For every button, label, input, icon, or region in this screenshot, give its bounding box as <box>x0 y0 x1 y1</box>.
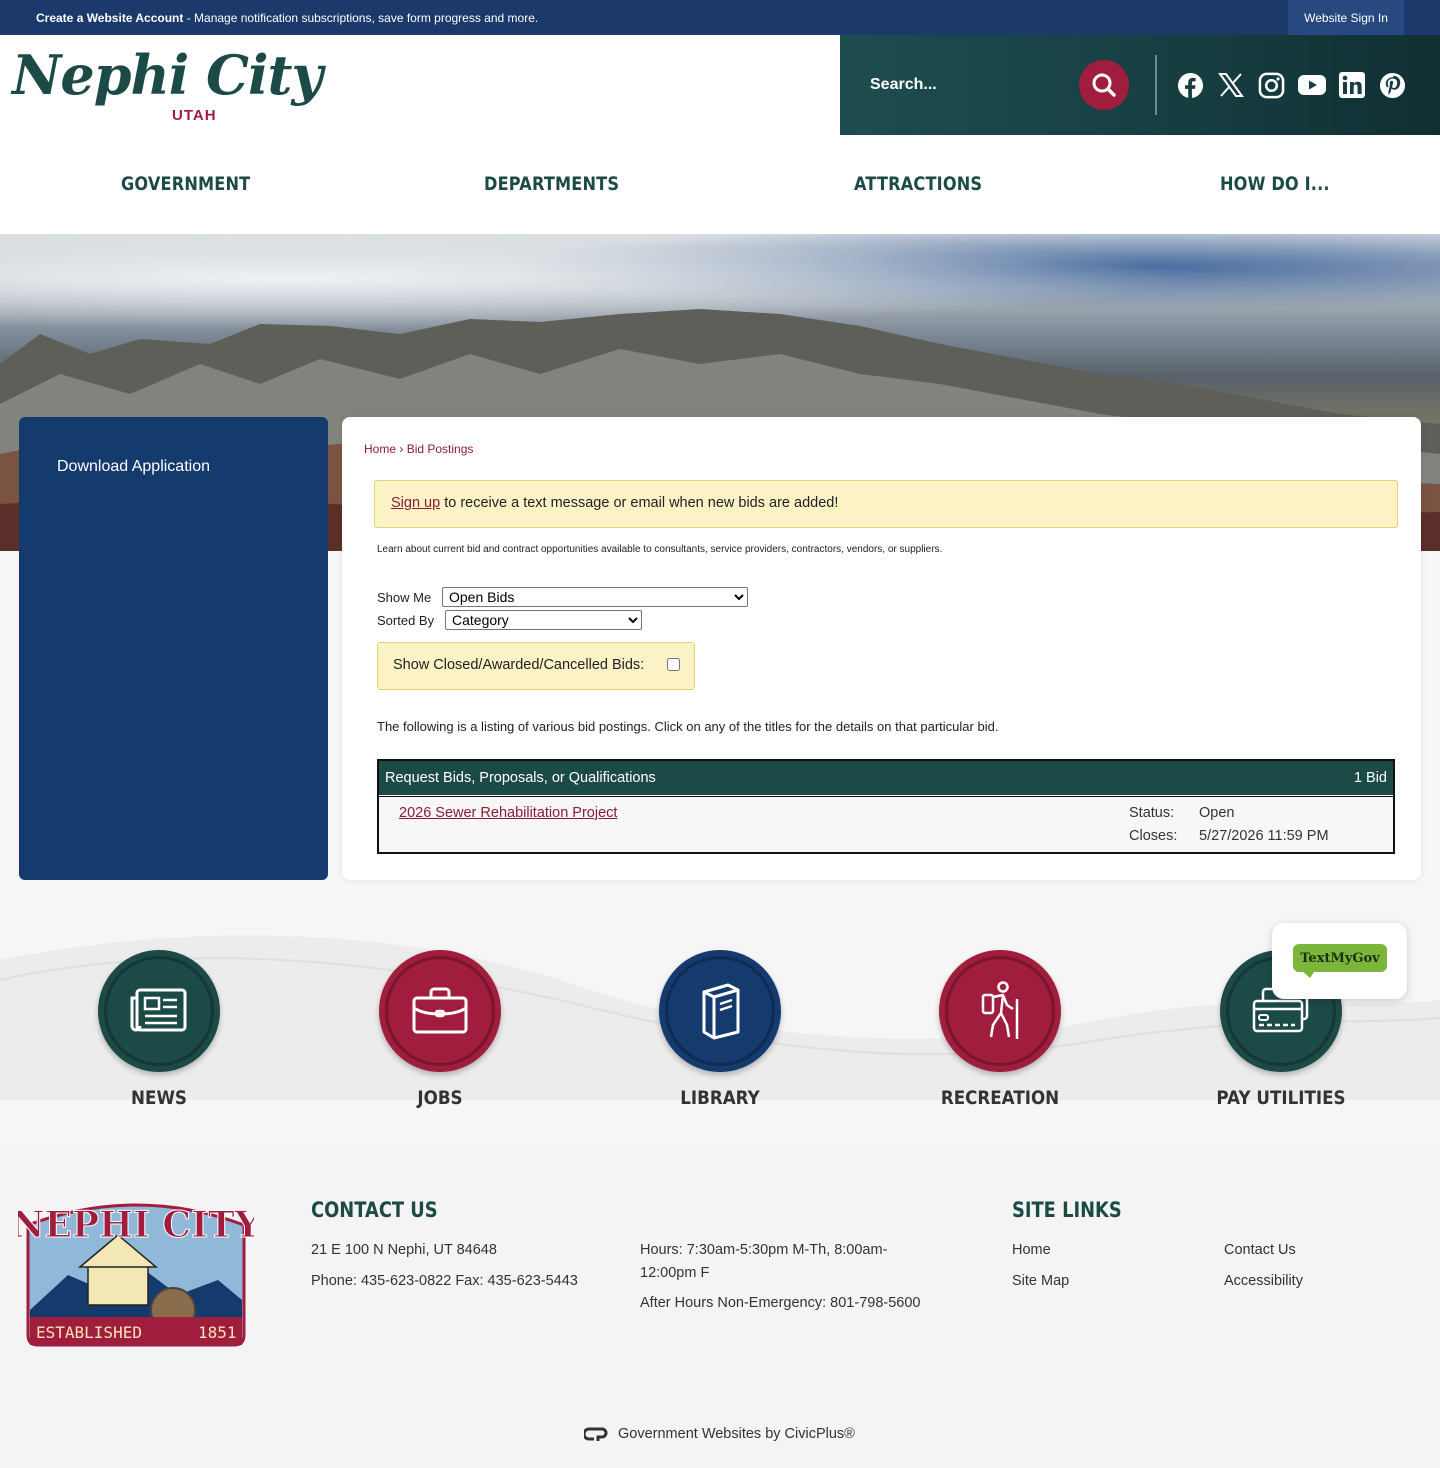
quick-link-label: RECREATION <box>940 1087 1060 1109</box>
textmygov-widget[interactable]: TextMyGov <box>1272 923 1407 999</box>
address: 21 E 100 N Nephi, UT 84648 <box>311 1242 497 1258</box>
bid-title-link[interactable]: 2026 Sewer Rehabilitation Project <box>399 805 617 821</box>
after-hours: After Hours Non-Emergency: 801-798-5600 <box>640 1295 921 1311</box>
nav-departments[interactable]: DEPARTMENTS <box>484 173 619 195</box>
quick-link-inner <box>104 956 214 1066</box>
breadcrumb: Home › Bid Postings <box>364 442 473 456</box>
hiker-icon <box>981 981 1019 1039</box>
textmygov-bubble-tail <box>1300 969 1316 978</box>
quick-link-inner <box>385 956 495 1066</box>
search-button[interactable] <box>1079 60 1129 110</box>
quick-link-recreation[interactable]: RECREATION <box>939 950 1061 1109</box>
sidebar-item-download-application[interactable]: Download Application <box>57 458 210 476</box>
pinterest-icon[interactable] <box>1378 71 1406 99</box>
sign-in-button[interactable]: Website Sign In <box>1288 0 1404 35</box>
site-footer: NEPHI CITY ESTABLISHED 1851 CONTACT US 2… <box>0 1150 1440 1468</box>
site-logo[interactable]: Nephi City UTAH <box>12 43 323 129</box>
bid-count: 1 Bid <box>1353 770 1387 786</box>
show-closed-checkbox[interactable] <box>667 658 680 671</box>
nav-government[interactable]: GOVERNMENT <box>121 173 250 195</box>
quick-link-inner <box>665 956 775 1066</box>
table-row: 2026 Sewer Rehabilitation Project Status… <box>379 796 1393 852</box>
bid-category-title: Request Bids, Proposals, or Qualificatio… <box>385 770 656 786</box>
phone: Phone: 435-623-0822 Fax: 435-623-5443 <box>311 1273 578 1289</box>
search-input[interactable] <box>870 69 1070 101</box>
footer-link-contact-us[interactable]: Contact Us <box>1224 1239 1296 1262</box>
bid-table: Request Bids, Proposals, or Qualificatio… <box>377 759 1395 854</box>
closes-value: 5/27/2026 11:59 PM <box>1199 828 1329 844</box>
show-closed-box: Show Closed/Awarded/Cancelled Bids: <box>377 642 695 690</box>
show-me-select[interactable]: Open Bids <box>442 587 748 607</box>
quick-link-label: NEWS <box>131 1087 187 1109</box>
bid-postings-card: Home › Bid Postings Sign up to receive a… <box>342 417 1421 880</box>
signup-alert: Sign up to receive a text message or ema… <box>374 480 1398 528</box>
nav-how-do-i[interactable]: HOW DO I... <box>1220 173 1330 195</box>
show-closed-label: Show Closed/Awarded/Cancelled Bids: <box>393 657 645 673</box>
quick-link-jobs[interactable]: JOBS <box>379 950 501 1109</box>
facebook-icon[interactable] <box>1176 71 1204 99</box>
footer-link-accessibility[interactable]: Accessibility <box>1224 1270 1303 1293</box>
quick-link-circle <box>98 950 220 1072</box>
logo-text: Nephi City <box>12 43 323 107</box>
news-icon <box>130 988 187 1032</box>
quick-link-label: JOBS <box>417 1087 463 1109</box>
search-panel <box>840 35 1440 135</box>
main-nav: GOVERNMENT DEPARTMENTS ATTRACTIONS HOW D… <box>0 135 1440 234</box>
quick-link-circle <box>659 950 781 1072</box>
civicplus-icon <box>584 1427 608 1441</box>
logo-subtext: UTAH <box>172 107 217 124</box>
closes-label: Closes: <box>1129 828 1178 844</box>
footer-link-home[interactable]: Home <box>1012 1239 1051 1262</box>
quick-link-library[interactable]: LIBRARY <box>659 950 781 1109</box>
status-value: Open <box>1199 805 1235 821</box>
hours: Hours: 7:30am-5:30pm M-Th, 8:00am-12:00p… <box>640 1242 888 1281</box>
seal-title: NEPHI CITY <box>18 1204 254 1246</box>
search-icon <box>1092 73 1116 97</box>
signup-alert-text: to receive a text message or email when … <box>440 495 839 511</box>
quick-link-circle <box>379 950 501 1072</box>
powered-by-text: Government Websites by CivicPlus® <box>618 1426 855 1442</box>
account-message: Create a Website Account - Manage notifi… <box>36 11 538 25</box>
seal-year: 1851 <box>198 1323 237 1342</box>
book-icon <box>702 983 740 1040</box>
footer-link-site-map[interactable]: Site Map <box>1012 1270 1069 1293</box>
breadcrumb-separator: › <box>396 442 407 456</box>
bid-category-header: Request Bids, Proposals, or Qualificatio… <box>379 761 1393 795</box>
textmygov-logo: TextMyGov <box>1293 944 1387 972</box>
listing-text: The following is a listing of various bi… <box>377 719 999 734</box>
divider <box>1155 55 1157 115</box>
show-me-label: Show Me <box>377 590 432 605</box>
city-seal: NEPHI CITY ESTABLISHED 1851 <box>11 1195 262 1350</box>
powered-by[interactable]: Government Websites by CivicPlus® <box>584 1426 855 1442</box>
instagram-icon[interactable] <box>1257 71 1285 99</box>
site-links-heading: SITE LINKS <box>1012 1198 1122 1222</box>
site-header: Nephi City UTAH <box>0 35 1440 135</box>
nav-attractions[interactable]: ATTRACTIONS <box>854 173 982 195</box>
x-icon[interactable] <box>1217 71 1245 99</box>
seal-established: ESTABLISHED <box>36 1323 142 1342</box>
quick-link-inner <box>945 956 1055 1066</box>
linkedin-icon[interactable] <box>1338 71 1366 99</box>
status-label: Status: <box>1129 805 1175 821</box>
sorted-by-select[interactable]: Category <box>445 610 642 630</box>
quick-link-circle <box>939 950 1061 1072</box>
quick-link-news[interactable]: NEWS <box>98 950 220 1109</box>
intro-text: Learn about current bid and contract opp… <box>377 544 943 555</box>
contact-heading: CONTACT US <box>311 1198 438 1222</box>
breadcrumb-current[interactable]: Bid Postings <box>407 442 474 456</box>
create-account-link[interactable]: Create a Website Account <box>36 11 183 25</box>
briefcase-icon <box>412 987 468 1034</box>
quick-link-label: PAY UTILITIES <box>1216 1087 1346 1109</box>
sidebar: Download Application <box>19 417 328 880</box>
account-message-text: - Manage notification subscriptions, sav… <box>183 11 539 25</box>
breadcrumb-home[interactable]: Home <box>364 442 396 456</box>
youtube-icon[interactable] <box>1298 71 1326 99</box>
top-bar: Create a Website Account - Manage notifi… <box>0 0 1440 35</box>
quick-link-label: LIBRARY <box>680 1087 760 1109</box>
signup-link[interactable]: Sign up <box>391 495 440 511</box>
sorted-by-label: Sorted By <box>377 613 435 628</box>
